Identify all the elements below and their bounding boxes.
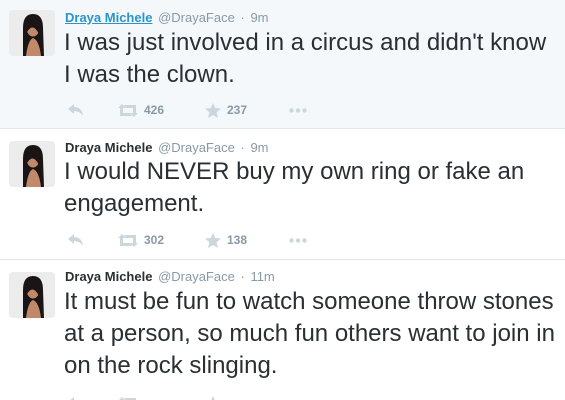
tweet-header: Draya Michele @DrayaFace · 9m bbox=[65, 10, 269, 26]
tweet-card[interactable]: Draya Michele @DrayaFace · 9m I was just… bbox=[0, 0, 565, 129]
retweet-icon bbox=[118, 233, 138, 247]
favorite-button[interactable]: 237 bbox=[205, 100, 247, 120]
retweet-button[interactable]: 426 bbox=[118, 100, 164, 120]
retweet-button[interactable] bbox=[118, 393, 144, 400]
separator-dot: · bbox=[240, 269, 245, 284]
author-handle[interactable]: @DrayaFace bbox=[158, 10, 235, 25]
retweet-icon bbox=[118, 103, 138, 117]
tweet-timestamp[interactable]: 9m bbox=[250, 140, 268, 155]
avatar-image bbox=[9, 141, 55, 187]
reply-icon bbox=[68, 104, 83, 116]
tweet-text: I would NEVER buy my own ring or fake an… bbox=[64, 158, 525, 217]
tweet-timestamp[interactable]: 11m bbox=[250, 269, 274, 284]
tweet-card[interactable]: Draya Michele @DrayaFace · 9m I would NE… bbox=[0, 129, 565, 260]
more-icon bbox=[289, 237, 307, 243]
tweet-text: It must be fun to watch someone throw st… bbox=[64, 288, 555, 379]
author-handle[interactable]: @DrayaFace bbox=[158, 269, 235, 284]
avatar-image bbox=[9, 272, 55, 318]
reply-button[interactable] bbox=[68, 100, 84, 120]
tweet-timeline: Draya Michele @DrayaFace · 9m I was just… bbox=[0, 0, 565, 400]
retweet-button[interactable]: 302 bbox=[118, 230, 164, 250]
reply-button[interactable] bbox=[68, 230, 84, 250]
retweet-count: 302 bbox=[144, 233, 165, 247]
author-name[interactable]: Draya Michele bbox=[65, 10, 152, 25]
author-name[interactable]: Draya Michele bbox=[65, 140, 152, 155]
retweet-count: 426 bbox=[144, 103, 165, 117]
favorite-count: 138 bbox=[227, 233, 248, 247]
more-button[interactable] bbox=[289, 230, 307, 250]
separator-dot: · bbox=[240, 10, 245, 25]
retweet-icon bbox=[118, 396, 136, 400]
reply-icon bbox=[68, 234, 83, 246]
more-icon bbox=[289, 107, 307, 113]
separator-dot: · bbox=[240, 140, 245, 155]
tweet-header: Draya Michele @DrayaFace · 11m bbox=[65, 269, 275, 285]
star-icon bbox=[211, 395, 215, 400]
tweet-header: Draya Michele @DrayaFace · 9m bbox=[65, 140, 269, 156]
avatar[interactable] bbox=[9, 272, 55, 318]
tweet-text: I was just involved in a circus and didn… bbox=[64, 29, 547, 88]
tweet-card[interactable]: Draya Michele @DrayaFace · 11m It must b… bbox=[0, 260, 565, 400]
favorite-button[interactable]: 138 bbox=[205, 230, 247, 250]
author-handle[interactable]: @DrayaFace bbox=[158, 140, 235, 155]
avatar[interactable] bbox=[9, 141, 55, 187]
author-name[interactable]: Draya Michele bbox=[65, 269, 152, 284]
more-button[interactable] bbox=[289, 100, 307, 120]
avatar-image bbox=[9, 10, 55, 56]
favorite-button[interactable] bbox=[205, 393, 227, 400]
star-icon bbox=[205, 232, 221, 248]
avatar[interactable] bbox=[9, 10, 55, 56]
favorite-count: 237 bbox=[227, 103, 248, 117]
star-icon bbox=[205, 102, 221, 118]
reply-button[interactable] bbox=[68, 393, 84, 400]
tweet-timestamp[interactable]: 9m bbox=[250, 10, 268, 25]
